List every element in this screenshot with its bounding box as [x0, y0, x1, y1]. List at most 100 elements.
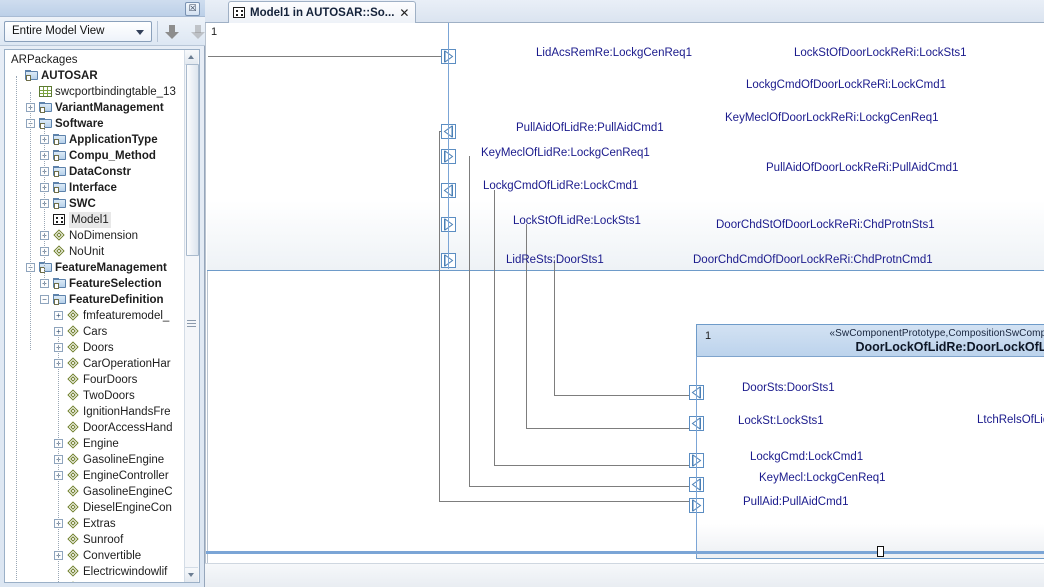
connector-segment [494, 465, 689, 466]
tree-item-label: ApplicationType [69, 134, 158, 146]
scroll-down-button[interactable] [185, 567, 198, 582]
component-header: 1 «SwComponentPrototype,CompositionSwCom… [697, 325, 1044, 357]
table-icon [39, 86, 53, 98]
application-window: ☒ Entire Model View ARPackages AUTOSAR swc… [0, 0, 1044, 587]
tree-item-twodoors[interactable]: TwoDoors [5, 388, 185, 404]
model-explorer-panel: ☒ Entire Model View ARPackages AUTOSAR swc… [0, 0, 205, 587]
close-icon[interactable]: ☒ [185, 2, 200, 16]
tree-item-label: FeatureManagement [55, 262, 167, 274]
diagram-canvas[interactable]: 1 LidAcsRemRe:LockgCenReq1 PullAidOfLidRe… [205, 23, 1044, 563]
tree-item-label: Convertible [83, 550, 142, 562]
tab-model1[interactable]: Model1 in AUTOSAR::So... ✕ [228, 1, 417, 23]
panel-titlebar: ☒ [0, 0, 205, 17]
component-title: DoorLockOfLidRe:DoorLockOfLidRe [855, 340, 1044, 354]
tree-item-nounit[interactable]: + NoUnit [5, 244, 185, 260]
view-selector-dropdown[interactable]: Entire Model View [4, 21, 152, 42]
tree-item-dataconstr[interactable]: + DataConstr [5, 164, 185, 180]
tree-item-dooraccesshand[interactable]: DoorAccessHand [5, 420, 185, 436]
tree-item-label: NoUnit [69, 246, 105, 258]
selection-handle[interactable] [877, 546, 884, 557]
view-toolbar: Entire Model View [0, 17, 205, 46]
tree-item-label: DieselEngineCon [83, 502, 172, 514]
scroll-thumb[interactable] [186, 64, 199, 256]
tree-item-enginecontroller[interactable]: + EngineController [5, 468, 185, 484]
tree-item-dieselenginecon[interactable]: DieselEngineCon [5, 500, 185, 516]
tree-item-featuremanagement[interactable]: − FeatureManagement [5, 260, 185, 276]
expand-icon[interactable]: + [54, 311, 63, 320]
tree-item-gasolineenginec[interactable]: GasolineEngineC [5, 484, 185, 500]
folder-icon [53, 294, 67, 306]
tree-item-caroperationhar[interactable]: + CarOperationHar [5, 356, 185, 372]
tree-item-label: Doors [83, 342, 114, 354]
tree-item-label: swcportbindingtable_13 [55, 86, 176, 98]
tree-item-sunroof[interactable]: Sunroof [5, 532, 185, 548]
port-label: LidAcsRemRe:LockgCenReq1 [536, 47, 692, 59]
tree-item-variantmanagement[interactable]: + VariantManagement [5, 100, 185, 116]
scroll-up-button[interactable] [185, 50, 198, 65]
tree-item-fourdoors[interactable]: FourDoors [5, 372, 185, 388]
tree-item-label: Cars [83, 326, 108, 338]
port-label: KeyMeclOfLidRe:LockgCenReq1 [481, 147, 650, 159]
port-label: PullAidOfLidRe:PullAidCmd1 [516, 122, 664, 134]
tree-item-doors[interactable]: + Doors [5, 340, 185, 356]
tree-item-compu-method[interactable]: + Compu_Method [5, 148, 185, 164]
feature-diamond-icon [67, 341, 81, 354]
feature-diamond-icon [67, 373, 81, 386]
collapse-icon[interactable]: − [40, 295, 49, 304]
tree-item-ignitionhandsfre[interactable]: IgnitionHandsFre [5, 404, 185, 420]
tree-item-featureselection[interactable]: + FeatureSelection [5, 276, 185, 292]
feature-diamond-icon [67, 421, 81, 434]
region-bottom-edge[interactable] [206, 551, 1044, 554]
tree-item-label: CarOperationHar [83, 358, 171, 370]
tree-item-halogen[interactable]: Halogen [5, 580, 185, 582]
close-icon[interactable]: ✕ [399, 7, 409, 19]
tree-item-fmfeaturemodel-[interactable]: + fmfeaturemodel_ [5, 308, 185, 324]
tree-item-arpackages[interactable]: ARPackages [5, 52, 185, 68]
tree-item-label: TwoDoors [83, 390, 135, 402]
tree-item-label: FourDoors [83, 374, 138, 386]
tree-item-nodimension[interactable]: + NoDimension [5, 228, 185, 244]
tree-item-interface[interactable]: + Interface [5, 180, 185, 196]
feature-diamond-icon [67, 533, 81, 546]
tree-item-applicationtype[interactable]: + ApplicationType [5, 132, 185, 148]
horizontal-scrollbar[interactable] [205, 563, 1044, 587]
tree-item-featuredefinition[interactable]: − FeatureDefinition [5, 292, 185, 308]
connector-segment [208, 56, 441, 57]
tree-guide-line [16, 76, 17, 580]
tree-item-cars[interactable]: + Cars [5, 324, 185, 340]
port-label: LockgCmdOfLidRe:LockCmd1 [483, 180, 639, 192]
component-doorlockoflidre[interactable]: 1 «SwComponentPrototype,CompositionSwCom… [696, 324, 1044, 559]
connector-segment [469, 156, 470, 486]
tree-item-extras[interactable]: + Extras [5, 516, 185, 532]
arrow-down-icon[interactable] [164, 24, 180, 40]
scroll-grip-icon [187, 320, 196, 327]
component-port-label: DoorSts:DoorSts1 [742, 382, 835, 394]
tree-item-engine[interactable]: + Engine [5, 436, 185, 452]
feature-diamond-icon [67, 517, 81, 530]
tree-item-software[interactable]: − Software [5, 116, 185, 132]
tree-item-gasolineengine[interactable]: + GasolineEngine [5, 452, 185, 468]
tree-item-electricwindowlif[interactable]: Electricwindowlif [5, 564, 185, 580]
tree-item-label: Engine [83, 438, 119, 450]
tree-item-label: Electricwindowlif [83, 566, 168, 578]
model-tree[interactable]: ARPackages AUTOSAR swcportbindingtable_13 +… [4, 49, 200, 583]
tree-item-swc[interactable]: + SWC [5, 196, 185, 212]
tree-item-label: GasolineEngineC [83, 486, 173, 498]
tree-item-model1[interactable]: Model1 [5, 212, 185, 228]
tree-vertical-scrollbar[interactable] [184, 50, 199, 582]
tree-item-convertible[interactable]: + Convertible [5, 548, 185, 564]
feature-diamond-icon [67, 405, 81, 418]
tree-item-autosar[interactable]: AUTOSAR [5, 68, 185, 84]
tree-item-label: VariantManagement [55, 102, 164, 114]
folder-icon [39, 118, 53, 130]
tree-item-label: NoDimension [69, 230, 139, 242]
tree-item-label: Model1 [69, 212, 111, 228]
tree-item-swcportbindingtable-13[interactable]: swcportbindingtable_13 [5, 84, 185, 100]
feature-diamond-icon [53, 245, 67, 258]
editor-tabstrip: Model1 in AUTOSAR::So... ✕ [205, 0, 1044, 23]
view-selector-label: Entire Model View [12, 25, 105, 37]
component-stereotype: «SwComponentPrototype,CompositionSwCompo… [829, 328, 1044, 339]
tree-guide-line [30, 92, 31, 350]
feature-diamond-icon [67, 453, 81, 466]
arrow-down-icon-secondary[interactable] [190, 24, 206, 40]
